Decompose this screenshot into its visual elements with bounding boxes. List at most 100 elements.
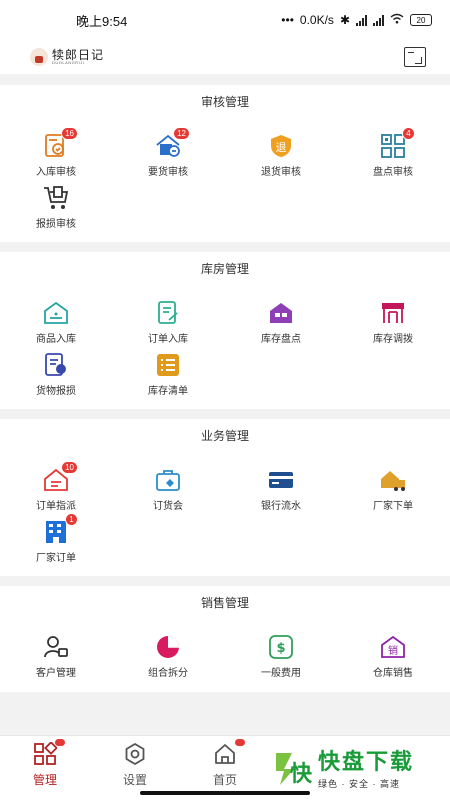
status-time: 晚上9:54 bbox=[76, 13, 128, 29]
section-title: 销售管理 bbox=[200, 595, 249, 610]
inbound-review-icon: 16 bbox=[43, 127, 78, 159]
inventory-list-icon bbox=[155, 352, 181, 378]
watermark-subtitle: 绿色 · 安全 · 高速 bbox=[318, 779, 400, 789]
stocktake-review-icon: 4 bbox=[380, 127, 415, 159]
watermark-glyph: 快 bbox=[290, 762, 312, 787]
customer-manage-icon bbox=[43, 634, 69, 660]
manage-grid-icon bbox=[33, 739, 65, 766]
menu-item-label: 订货会 bbox=[153, 501, 183, 512]
logo-subname: DUOLANGRIJI bbox=[52, 60, 85, 65]
bluetooth-icon: ✱ bbox=[339, 13, 350, 27]
menu-item-goods-loss[interactable]: 货物报损 bbox=[0, 352, 112, 404]
logo-text: 犊郎日记 DUOLANGRIJI bbox=[52, 49, 104, 65]
settings-gear-icon bbox=[123, 742, 147, 766]
svg-text:退: 退 bbox=[276, 141, 287, 154]
request-review-icon: 12 bbox=[155, 127, 190, 159]
menu-item-label: 厂家下单 bbox=[373, 501, 413, 512]
menu-item-label: 客户管理 bbox=[36, 668, 76, 679]
order-fair-icon bbox=[155, 467, 181, 493]
menu-item-return-review[interactable]: 退退货审核 bbox=[225, 133, 337, 185]
signal-icon bbox=[356, 14, 367, 26]
order-inbound-icon bbox=[155, 300, 181, 326]
section-title: 库房管理 bbox=[200, 261, 249, 276]
order-assign-icon: 10 bbox=[43, 461, 78, 493]
menu-item-inventory-list[interactable]: 库存清单 bbox=[112, 352, 224, 404]
tab-label: 设置 bbox=[122, 773, 147, 787]
section-title: 业务管理 bbox=[200, 428, 249, 443]
menu-item-general-expense[interactable]: $ 一般费用 bbox=[225, 634, 337, 686]
menu-item-inbound-review[interactable]: 16 入库审核 bbox=[0, 127, 112, 185]
status-bar: 晚上9:54 ••• 0.0K/s ✱ 20 bbox=[0, 0, 450, 40]
menu-item-customer-manage[interactable]: 客户管理 bbox=[0, 634, 112, 686]
menu-item-label: 退货审核 bbox=[261, 167, 301, 178]
section-title: 审核管理 bbox=[200, 94, 249, 109]
goods-inbound-icon bbox=[43, 300, 69, 326]
menu-item-loss-review[interactable]: 报损审核 bbox=[0, 185, 112, 237]
general-expense-icon: $ bbox=[268, 634, 294, 660]
svg-text:$: $ bbox=[276, 641, 285, 656]
svg-text:销: 销 bbox=[388, 644, 398, 657]
tab-label: 首页 bbox=[212, 773, 237, 787]
count-badge: 1 bbox=[65, 513, 78, 526]
menu-item-label: 组合拆分 bbox=[148, 668, 188, 679]
watermark-title: 快盘下载 bbox=[318, 749, 415, 774]
menu-item-order-fair[interactable]: 订货会 bbox=[112, 467, 224, 519]
battery-icon: 20 bbox=[410, 14, 432, 26]
dots-icon: ••• bbox=[281, 13, 294, 27]
signal-icon-2 bbox=[373, 14, 384, 26]
menu-item-warehouse-sales[interactable]: 销仓库销售 bbox=[337, 634, 449, 686]
tab-settings[interactable]: 设置 bbox=[90, 742, 180, 792]
factory-order-icon bbox=[380, 467, 406, 493]
home-indicator bbox=[140, 791, 310, 795]
menu-item-bank-statement[interactable]: 银行流水 bbox=[225, 467, 337, 519]
menu-item-factory-order[interactable]: 厂家下单 bbox=[337, 467, 449, 519]
tab-badge bbox=[55, 739, 65, 746]
goods-loss-icon bbox=[43, 352, 69, 378]
menu-item-order-inbound[interactable]: 订单入库 bbox=[112, 300, 224, 352]
inventory-transfer-icon bbox=[380, 300, 406, 326]
menu-item-stocktake-review[interactable]: 4 盘点审核 bbox=[337, 127, 449, 185]
tab-badge bbox=[235, 739, 245, 746]
menu-item-label: 报损审核 bbox=[36, 219, 76, 230]
wifi-icon bbox=[390, 13, 404, 27]
menu-item-label: 要货审核 bbox=[148, 167, 188, 178]
count-badge: 12 bbox=[173, 127, 190, 140]
menu-item-label: 商品入库 bbox=[36, 334, 76, 345]
menu-item-label: 订单入库 bbox=[148, 334, 188, 345]
logo-mark-icon bbox=[30, 48, 48, 66]
tab-home[interactable]: 首页 bbox=[180, 739, 270, 792]
menu-item-label: 入库审核 bbox=[36, 167, 76, 178]
menu-item-label: 库存清单 bbox=[148, 386, 188, 397]
warehouse-sales-icon: 销 bbox=[380, 634, 406, 660]
menu-item-request-review[interactable]: 12 要货审核 bbox=[112, 127, 224, 185]
count-badge: 16 bbox=[61, 127, 78, 140]
menu-item-inventory-transfer[interactable]: 库存调拨 bbox=[337, 300, 449, 352]
count-badge: 10 bbox=[61, 461, 78, 474]
menu-item-inventory-count[interactable]: 库存盘点 bbox=[225, 300, 337, 352]
bank-statement-icon bbox=[268, 467, 294, 493]
app-logo: 犊郎日记 DUOLANGRIJI bbox=[30, 48, 104, 66]
count-badge: 4 bbox=[402, 127, 415, 140]
menu-item-order-assign[interactable]: 10 订单指派 bbox=[0, 461, 112, 519]
menu-item-factory-orders[interactable]: 1 厂家订单 bbox=[0, 513, 112, 571]
status-indicators: ••• 0.0K/s ✱ 20 bbox=[281, 13, 432, 27]
menu-item-label: 货物报损 bbox=[36, 386, 76, 397]
menu-item-label: 库存调拨 bbox=[373, 334, 413, 345]
combo-split-icon bbox=[155, 634, 181, 660]
menu-item-label: 厂家订单 bbox=[36, 553, 76, 564]
return-review-icon: 退 bbox=[268, 133, 294, 159]
menu-item-combo-split[interactable]: 组合拆分 bbox=[112, 634, 224, 686]
menu-item-label: 订单指派 bbox=[36, 501, 76, 512]
app-header: 犊郎日记 DUOLANGRIJI bbox=[0, 40, 450, 74]
menu-item-label: 一般费用 bbox=[261, 668, 301, 679]
document-icon[interactable] bbox=[404, 47, 426, 67]
menu-item-goods-inbound[interactable]: 商品入库 bbox=[0, 300, 112, 352]
inventory-count-icon bbox=[268, 300, 294, 326]
tab-label: 管理 bbox=[32, 773, 57, 787]
watermark-text: 快盘下载 绿色 · 安全 · 高速 bbox=[318, 744, 414, 790]
network-speed: 0.0K/s bbox=[299, 13, 334, 27]
menu-item-label: 盘点审核 bbox=[373, 167, 413, 178]
tab-manage[interactable]: 管理 bbox=[0, 739, 90, 792]
menu-item-label: 库存盘点 bbox=[261, 334, 301, 345]
factory-orders-icon: 1 bbox=[43, 513, 78, 545]
